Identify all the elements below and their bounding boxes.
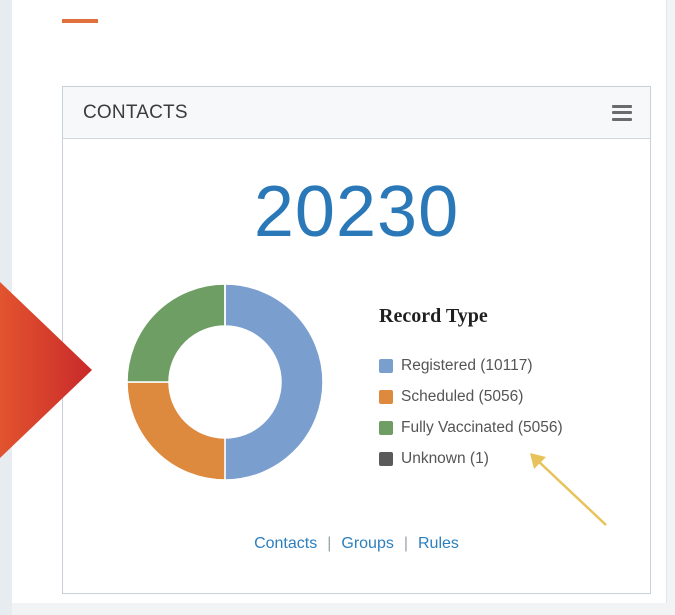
legend-swatch [379,451,393,466]
link-separator: | [403,535,408,552]
legend-item-scheduled[interactable]: Scheduled (5056) [379,381,563,412]
footer-links: Contacts | Groups | Rules [63,535,650,553]
total-contacts-count: 20230 [253,172,460,252]
menu-bar [612,104,632,108]
accent-dash [62,19,98,23]
legend-item-registered[interactable]: Registered (10117) [379,350,563,381]
legend-swatch [379,420,393,435]
donut-slice-scheduled[interactable] [126,381,226,481]
legend-label: Scheduled (5056) [401,387,524,405]
donut-slice-fully-vaccinated[interactable] [126,283,226,383]
red-arrow-icon [0,282,92,458]
legend-label: Registered (10117) [401,356,533,374]
contacts-link[interactable]: Contacts [254,535,317,552]
card-title: CONTACTS [83,101,188,123]
link-separator: | [327,535,332,552]
menu-bar [612,111,632,114]
record-type-donut-chart [126,283,324,481]
card-header: CONTACTS [63,87,650,139]
legend-item-fully-vaccinated[interactable]: Fully Vaccinated (5056) [379,412,563,443]
legend-label: Fully Vaccinated (5056) [401,418,563,436]
legend-title: Record Type [379,305,488,327]
yellow-arrow-icon [530,453,607,526]
donut-slice-registered[interactable] [224,283,324,481]
legend-swatch [379,358,393,373]
groups-link[interactable]: Groups [341,535,393,552]
hamburger-menu-icon[interactable] [612,104,632,121]
menu-bar [612,117,632,121]
rules-link[interactable]: Rules [418,535,459,552]
legend-label: Unknown (1) [401,449,489,467]
legend-swatch [379,389,393,404]
